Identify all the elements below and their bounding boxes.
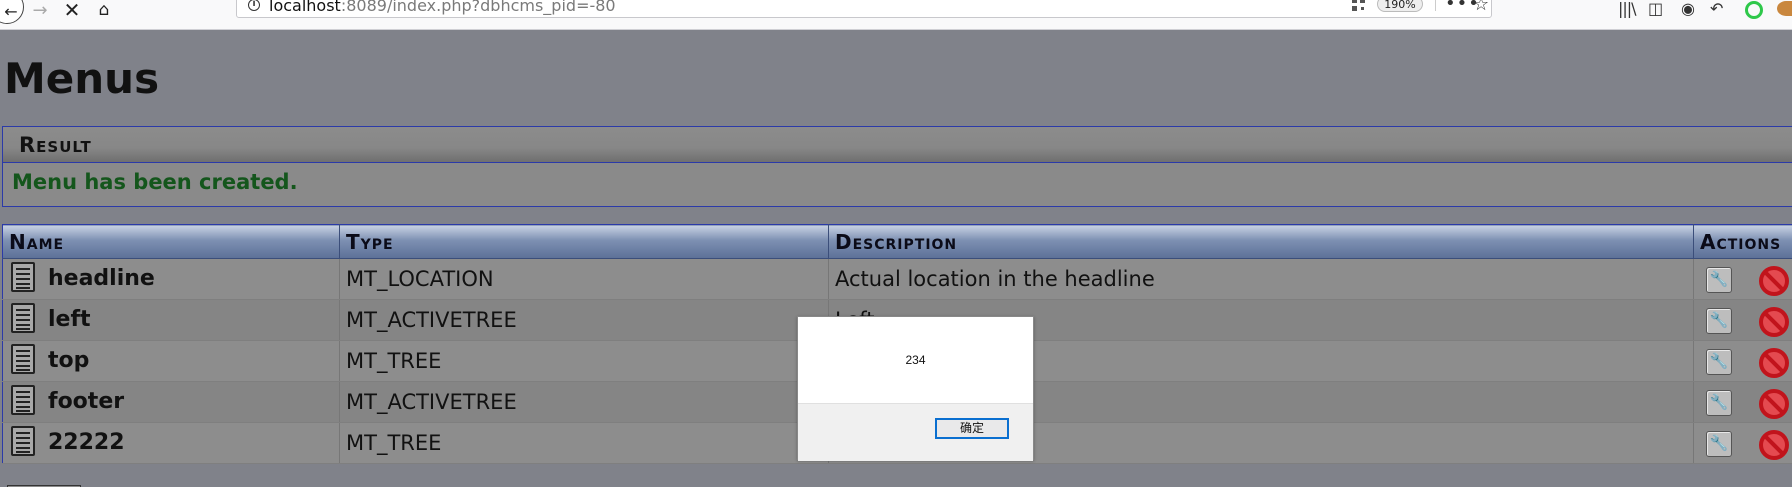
account-icon[interactable]: ◉ (1681, 0, 1695, 20)
document-icon (11, 385, 35, 415)
edit-wrench-icon[interactable]: 🔧 (1706, 390, 1732, 416)
extension-ring-icon[interactable] (1745, 1, 1763, 19)
forward-button[interactable]: → (28, 0, 52, 21)
arrow-right-icon: → (32, 0, 48, 21)
menu-type: MT_TREE (339, 340, 829, 382)
result-panel: Result Menu has been created. (2, 126, 1792, 207)
menu-actions: 🔧 (1693, 381, 1792, 423)
menu-name: left (48, 307, 91, 332)
menu-name: footer (48, 389, 125, 414)
menu-name: 22222 (48, 430, 125, 455)
document-icon (11, 344, 35, 374)
browser-toolbar: ← → ✕ ⌂ i localhost:8089/index.php?dbhcm… (0, 0, 1792, 30)
stop-button[interactable]: ✕ (60, 0, 84, 22)
result-message: Menu has been created. (12, 170, 298, 194)
menu-actions: 🔧 (1693, 422, 1792, 464)
menu-actions: 🔧 (1693, 340, 1792, 382)
home-icon: ⌂ (98, 0, 110, 20)
column-header-name: Name (2, 224, 340, 259)
edit-wrench-icon[interactable]: 🔧 (1706, 431, 1732, 457)
alert-dialog: 234 确定 (797, 316, 1034, 461)
menu-name-cell: footer (2, 381, 340, 423)
edit-wrench-icon[interactable]: 🔧 (1706, 308, 1732, 334)
library-icon[interactable]: |||\ (1618, 0, 1637, 20)
url-host: localhost (269, 0, 341, 15)
back-button[interactable]: ← (0, 0, 24, 24)
delete-icon[interactable] (1759, 389, 1789, 419)
menu-description: Actual location in the headline (828, 258, 1694, 300)
arrow-left-icon: ← (4, 1, 18, 21)
delete-icon[interactable] (1759, 430, 1789, 460)
menu-type: MT_TREE (339, 422, 829, 464)
urlbar-divider (1435, 0, 1436, 11)
menu-name: headline (48, 266, 155, 291)
delete-icon[interactable] (1759, 266, 1789, 296)
menu-name: top (48, 348, 90, 373)
menu-name-cell: top (2, 340, 340, 382)
menu-name-cell: 22222 (2, 422, 340, 464)
home-button[interactable]: ⌂ (92, 0, 116, 20)
address-bar[interactable]: i localhost:8089/index.php?dbhcms_pid=-8… (236, 0, 1492, 18)
menu-type: MT_ACTIVETREE (339, 381, 829, 423)
column-header-actions: Actions (1693, 224, 1792, 259)
menu-actions: 🔧 (1693, 258, 1792, 300)
alert-footer: 确定 (798, 403, 1033, 461)
sidebar-icon[interactable]: ◫ (1648, 0, 1663, 20)
alert-message: 234 (905, 353, 926, 367)
menu-actions: 🔧 (1693, 299, 1792, 341)
edit-wrench-icon[interactable]: 🔧 (1706, 267, 1732, 293)
menu-name-cell: left (2, 299, 340, 341)
result-heading: Result (3, 127, 1792, 163)
document-icon (11, 426, 35, 456)
edit-wrench-icon[interactable]: 🔧 (1706, 349, 1732, 375)
menu-type: MT_LOCATION (339, 258, 829, 300)
qr-code-icon[interactable] (1352, 0, 1365, 11)
url-text[interactable]: localhost:8089/index.php?dbhcms_pid=-80 (269, 0, 616, 15)
page-title: Menus (4, 54, 160, 103)
table-header-row: Name Type Description Actions (2, 224, 1792, 259)
table-row: headline MT_LOCATION Actual location in … (2, 258, 1792, 300)
zoom-level-badge[interactable]: 190% (1377, 0, 1423, 12)
column-header-type: Type (339, 224, 829, 259)
menu-type: MT_ACTIVETREE (339, 299, 829, 341)
alert-ok-button[interactable]: 确定 (935, 418, 1009, 439)
undo-icon[interactable]: ↶ (1710, 0, 1723, 20)
info-icon[interactable]: i (248, 0, 260, 11)
bookmark-star-icon[interactable]: ☆ (1473, 0, 1489, 15)
close-icon: ✕ (63, 0, 81, 22)
document-icon (11, 303, 35, 333)
extension-avatar-icon[interactable] (1777, 1, 1792, 16)
menu-name-cell: headline (2, 258, 340, 300)
delete-icon[interactable] (1759, 348, 1789, 378)
column-header-description: Description (828, 224, 1694, 259)
url-path: :8089/index.php?dbhcms_pid=-80 (340, 0, 616, 15)
document-icon (11, 262, 35, 292)
delete-icon[interactable] (1759, 307, 1789, 337)
